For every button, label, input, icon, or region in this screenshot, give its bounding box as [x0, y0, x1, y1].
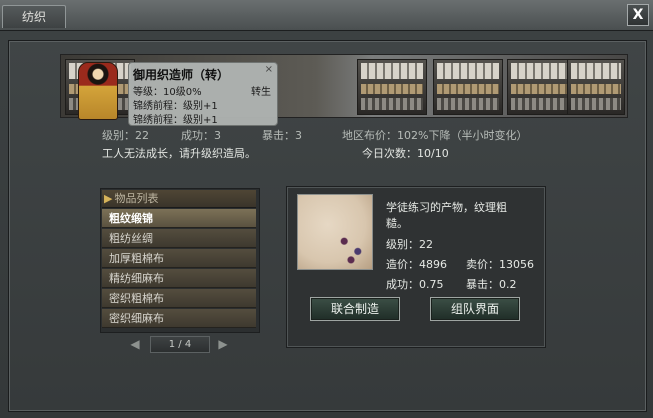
tooltip-close-icon[interactable]: × [265, 64, 273, 75]
tooltip-title: 御用织造师（转） [133, 68, 230, 82]
list-item[interactable]: 加厚粗棉布 [102, 249, 256, 268]
item-list: ▶ 物品列表 粗纹缎锦 粗纺丝绸 加厚粗棉布 精纺细麻布 密织粗棉布 密织细麻布 [100, 188, 260, 333]
item-sell-price: 卖价：13056 [466, 258, 534, 271]
arrow-right-icon[interactable]: ▶ [216, 336, 230, 352]
loom-image [357, 59, 427, 115]
list-item[interactable]: 密织细麻布 [102, 309, 256, 328]
item-crit-rate: 暴击：0.2 [466, 278, 517, 291]
item-list-title: 物品列表 [114, 192, 159, 205]
item-description-cont: 糙。 [386, 217, 408, 230]
loom-image [433, 59, 503, 115]
list-pager: ◀ 1 / 4 ▶ [128, 336, 232, 353]
title-bar: 纺织 X [0, 0, 653, 31]
region-price: 地区布价：102%下降（半小时变化） [342, 129, 528, 142]
item-level: 级别：22 [386, 238, 433, 251]
worker-level: 级别：22 [102, 129, 149, 142]
joint-craft-button[interactable]: 联合制造 [310, 297, 400, 321]
item-cost: 造价：4896 [386, 258, 447, 271]
team-interface-button[interactable]: 组队界面 [430, 297, 520, 321]
embroidery-pattern [334, 231, 368, 265]
fabric-thumbnail [297, 194, 373, 270]
weaver-avatar[interactable] [78, 62, 118, 120]
page-indicator: 1 / 4 [150, 336, 210, 353]
daily-count: 今日次数：10/10 [362, 147, 449, 160]
item-list-header: ▶ 物品列表 [102, 190, 256, 208]
tooltip-requirement: 锦绣前程：级别+1 [133, 101, 218, 112]
loom-image [567, 59, 625, 115]
weaver-tooltip: 御用织造师（转） × 等级：10级0% 转生 锦绣前程：级别+1 锦绣前程：级别… [128, 62, 278, 126]
worker-crit: 暴击：3 [262, 129, 302, 142]
weaving-window: 纺织 X 御用织造师（转） × 等级：10级0% 转生 锦绣前程：级别+1 锦绣… [0, 0, 653, 418]
arrow-left-icon[interactable]: ◀ [128, 336, 142, 352]
worker-success: 成功：3 [181, 129, 221, 142]
list-item[interactable]: 粗纺丝绸 [102, 229, 256, 248]
tab-weaving[interactable]: 纺织 [2, 5, 66, 28]
list-item[interactable]: 精纺细麻布 [102, 269, 256, 288]
tooltip-level: 等级：10级0% [133, 87, 202, 98]
item-success-rate: 成功：0.75 [386, 278, 444, 291]
tooltip-rebirth: 转生 [251, 87, 271, 98]
tooltip-requirement: 锦绣前程：级别+1 [133, 115, 218, 126]
list-item[interactable]: 密织粗棉布 [102, 289, 256, 308]
growth-notice: 工人无法成长，请升级织造局。 [102, 147, 256, 160]
list-item[interactable]: 粗纹缎锦 [102, 209, 256, 228]
triangle-right-icon: ▶ [104, 192, 113, 205]
item-description: 学徒练习的产物，纹理粗 [386, 201, 507, 214]
close-button[interactable]: X [627, 4, 649, 26]
